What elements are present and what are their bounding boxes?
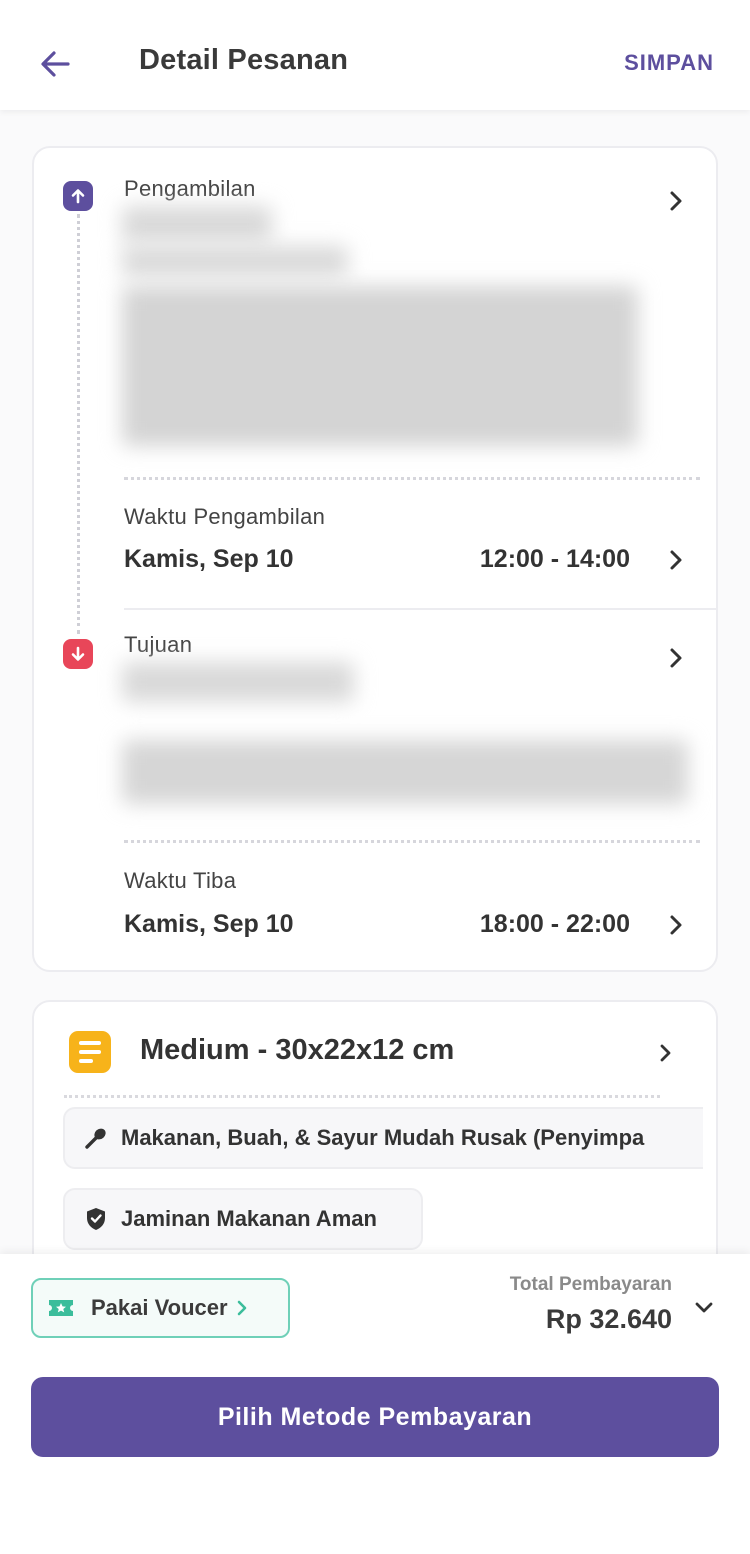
page-title: Detail Pesanan [139,44,349,76]
divider [124,608,716,610]
destination-date[interactable]: Kamis, Sep 10 [124,910,294,939]
shield-check-icon [83,1206,109,1232]
chevron-right-icon [660,1044,671,1062]
pickup-name-redacted [122,206,272,242]
divider [124,477,700,480]
save-button[interactable]: SIMPAN [624,50,714,76]
destination-label: Tujuan [124,632,193,657]
package-size-title: Medium - 30x22x12 cm [140,1034,455,1066]
divider [64,1095,660,1098]
voucher-label: Pakai Voucer [91,1295,228,1320]
pickup-time-label: Waktu Pengambilan [124,504,326,529]
total-payment-label: Total Pembayaran [509,1274,672,1295]
chevron-down-icon [695,1302,713,1313]
pickup-address-redacted [122,286,638,446]
pickup-date[interactable]: Kamis, Sep 10 [124,545,294,574]
destination-time-label: Waktu Tiba [124,868,237,893]
chevron-right-icon [670,191,682,211]
package-note-icon [69,1031,111,1073]
pickup-label: Pengambilan [124,176,256,201]
destination-address-chevron[interactable] [666,645,686,671]
package-chevron[interactable] [656,1040,676,1066]
total-expand-button[interactable] [692,1298,716,1318]
divider [124,840,700,843]
destination-time-chevron[interactable] [666,912,686,938]
use-voucher-button[interactable]: Pakai Voucer [31,1278,290,1338]
route-card: Pengambilan Waktu Pengambilan Kamis, Sep… [32,146,718,972]
back-button[interactable] [36,44,76,84]
pickup-arrow-up-icon [63,181,93,211]
voucher-ticket-icon [49,1300,73,1316]
route-timeline [77,214,80,634]
app-header: Detail Pesanan SIMPAN [0,0,750,110]
pickup-phone-redacted [122,246,348,276]
chevron-right-icon [670,648,682,668]
pickup-time[interactable]: 12:00 - 14:00 [480,545,630,574]
total-payment-value: Rp 32.640 [545,1304,672,1334]
destination-address-redacted [122,740,688,804]
chevron-right-icon [670,550,682,570]
pickup-address-chevron[interactable] [666,188,686,214]
destination-name-redacted [122,662,354,702]
food-guarantee-chip: Jaminan Makanan Aman [63,1188,423,1250]
food-guarantee-label: Jaminan Makanan Aman [121,1206,377,1231]
chevron-right-icon [237,1300,246,1316]
choose-payment-method-button[interactable]: Pilih Metode Pembayaran [31,1377,719,1457]
checkout-bar: Pakai Voucer Total Pembayaran Rp 32.640 … [0,1254,750,1554]
arrow-left-icon [41,51,70,77]
food-icon [83,1125,109,1151]
destination-arrow-down-icon [63,639,93,669]
destination-time[interactable]: 18:00 - 22:00 [480,910,630,939]
item-category-label: Makanan, Buah, & Sayur Mudah Rusak (Peny… [121,1125,645,1150]
pickup-time-chevron[interactable] [666,547,686,573]
item-category-chip: Makanan, Buah, & Sayur Mudah Rusak (Peny… [63,1107,703,1169]
chevron-right-icon [670,915,682,935]
